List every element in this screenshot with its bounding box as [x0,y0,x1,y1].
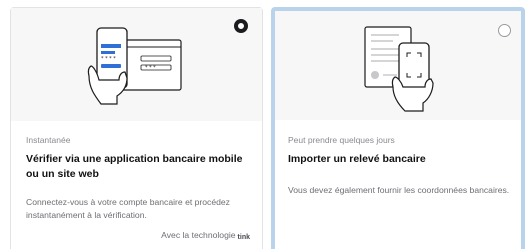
selected-radio-button[interactable] [234,19,248,33]
option-eyebrow: Instantanée [26,135,71,145]
option-description: Vous devez également fournir les coordon… [288,185,510,195]
illustration-panel: * * * * * * * [11,8,262,121]
svg-text:* * * *: * * * * [101,56,116,62]
option-title: Vérifier via une application bancaire mo… [26,153,243,180]
verification-method-picker: * * * * * * * Instantanée Vérifier via u… [0,0,525,249]
option-description: Connectez-vous à votre compte bancaire e… [26,197,230,220]
powered-by-label: Avec la technologie [161,230,236,240]
option-card-bank-statement[interactable]: Peut prendre quelques jours Importer un … [271,7,525,249]
tink-logo: tink [237,234,250,241]
phone-scanning-document-icon [364,26,434,112]
option-eyebrow: Peut prendre quelques jours [288,135,395,145]
option-card-mobile-banking[interactable]: * * * * * * * Instantanée Vérifier via u… [10,7,263,249]
phone-and-browser-login-icon: * * * * * * * [87,27,182,105]
illustration-panel [275,11,521,120]
option-title: Importer un relevé bancaire [288,153,426,165]
unselected-radio-button[interactable] [498,24,511,37]
svg-text:* * *: * * * [145,65,156,71]
powered-by: Avec la technologie tink [161,230,250,241]
